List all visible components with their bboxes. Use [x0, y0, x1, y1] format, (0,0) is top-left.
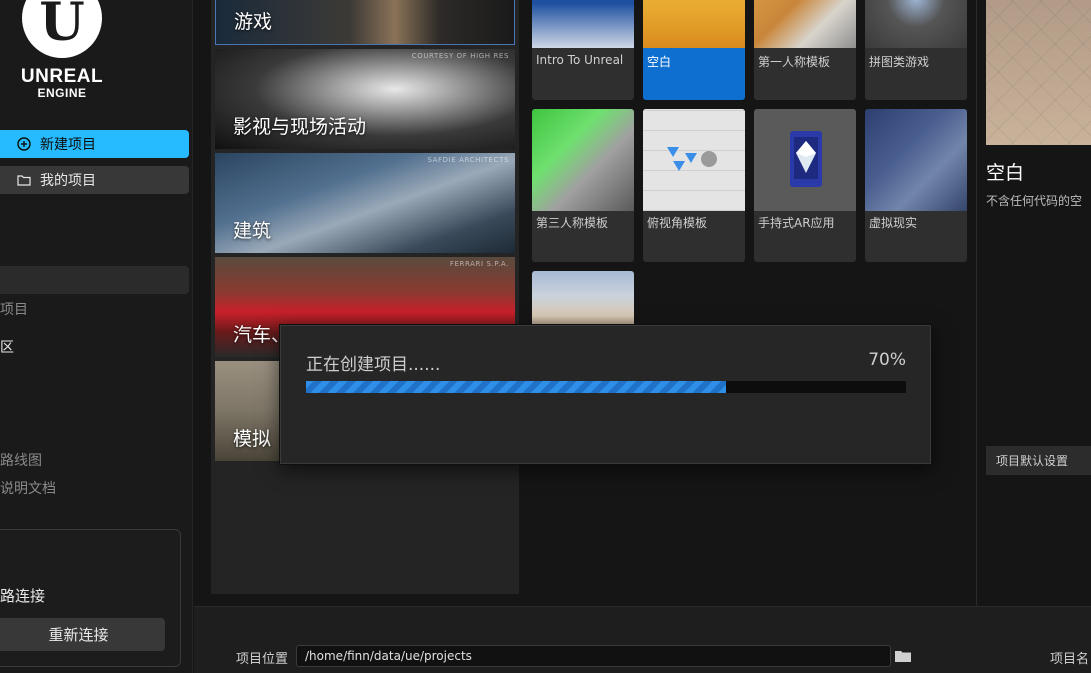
template-tile-first-person[interactable]: 第一人称模板 [754, 0, 856, 100]
progress-dialog: 正在创建项目...... 70% [279, 324, 932, 465]
sidebar-item-docs[interactable]: 说明文档 [0, 478, 56, 498]
detail-title: 空白 [986, 162, 1025, 184]
sidebar-item-roadmap[interactable]: 路线图 [0, 450, 42, 470]
sidebar: U UNREAL ENGINE 新建项目 我的项目 项目 区 路线图 说明文档 … [0, 0, 193, 673]
folder-icon [16, 172, 32, 188]
sidebar-section-bar [0, 266, 189, 294]
detail-description: 不含任何代码的空 [986, 194, 1083, 208]
brand-line1: UNREAL [20, 66, 104, 87]
template-label: Intro To Unreal [536, 53, 624, 67]
template-tile-top-down[interactable]: 俯视角模板 [643, 109, 745, 262]
category-label: 建筑 [233, 220, 272, 242]
project-defaults-header[interactable]: 项目默认设置 [986, 446, 1091, 475]
plus-circle-icon [16, 136, 32, 152]
category-label: 游戏 [234, 11, 273, 33]
progress-bar-fill [306, 381, 726, 393]
template-thumbnail [865, 109, 967, 211]
template-tile-intro[interactable]: Intro To Unreal [532, 0, 634, 100]
project-location-input[interactable] [296, 645, 891, 667]
details-panel: 空白 不含任何代码的空 项目默认设置 [976, 0, 1091, 606]
unreal-logo-icon: U [22, 0, 102, 58]
sidebar-item-area[interactable]: 区 [0, 337, 14, 357]
template-tile-puzzle[interactable]: 拼图类游戏 [865, 0, 967, 100]
category-games[interactable]: 游戏 [215, 0, 515, 45]
template-thumbnail [532, 109, 634, 211]
new-project-label: 新建项目 [40, 137, 96, 153]
template-label: 拼图类游戏 [869, 55, 930, 69]
template-label: 俯视角模板 [647, 216, 708, 230]
template-thumbnail [643, 0, 745, 48]
template-thumbnail [532, 0, 634, 48]
project-name-label: 项目名 [1050, 652, 1090, 667]
template-thumbnail [865, 0, 967, 48]
connection-status-text: 路连接 [0, 587, 46, 605]
template-thumbnail [754, 0, 856, 48]
reconnect-button[interactable]: 重新连接 [0, 618, 165, 651]
template-tile-handheld-ar[interactable]: 手持式AR应用 [754, 109, 856, 262]
image-credit: FERRARI S.P.A. [449, 260, 509, 268]
category-label: 影视与现场活动 [233, 116, 367, 138]
template-label: 第三人称模板 [536, 216, 609, 230]
phone-icon [790, 131, 822, 187]
new-project-button[interactable]: 新建项目 [0, 130, 189, 158]
template-tile-vr[interactable]: 虚拟现实 [865, 109, 967, 262]
image-credit: SAFDIE ARCHITECTS [427, 156, 509, 164]
my-projects-label: 我的项目 [40, 173, 96, 189]
image-credit: COURTESY OF HIGH RES [411, 52, 509, 60]
template-tile-blank[interactable]: 空白 [643, 0, 745, 100]
progress-bar-track [306, 381, 906, 393]
arrows-down-icon [667, 147, 717, 171]
project-location-label: 项目位置 [236, 652, 289, 667]
template-label: 虚拟现实 [869, 216, 918, 230]
category-architecture[interactable]: SAFDIE ARCHITECTS 建筑 [215, 153, 515, 253]
category-label: 模拟 [233, 428, 272, 450]
category-panel: 游戏 COURTESY OF HIGH RES 影视与现场活动 SAFDIE A… [211, 0, 519, 594]
template-label: 手持式AR应用 [758, 216, 835, 230]
template-label: 空白 [647, 55, 672, 69]
progress-percent: 70% [868, 350, 906, 370]
bottom-bar: 项目位置 项目名 [194, 606, 1091, 673]
brand-line2: ENGINE [37, 86, 87, 100]
detail-preview-image [986, 0, 1091, 145]
template-label: 第一人称模板 [758, 55, 831, 69]
template-grid: Intro To Unreal 空白 第一人称模板 拼图类游戏 第三人称模板 俯… [527, 0, 975, 600]
template-thumbnail [532, 271, 634, 331]
my-projects-button[interactable]: 我的项目 [0, 166, 189, 194]
progress-status-text: 正在创建项目...... [306, 355, 441, 375]
sidebar-item-project[interactable]: 项目 [0, 299, 28, 319]
template-tile-third-person[interactable]: 第三人称模板 [532, 109, 634, 262]
template-tile-vehicle[interactable] [532, 271, 634, 331]
category-film-live-events[interactable]: COURTESY OF HIGH RES 影视与现场活动 [215, 49, 515, 149]
browse-folder-icon[interactable] [894, 648, 912, 664]
